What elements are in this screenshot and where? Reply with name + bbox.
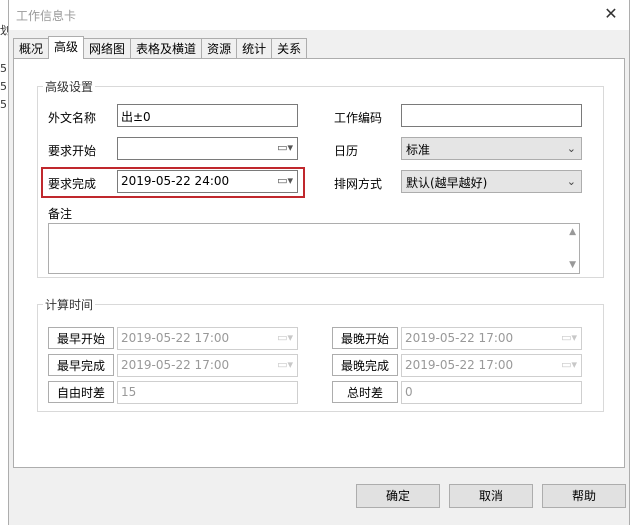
scheduling-label: 排网方式 — [334, 177, 383, 191]
latest-finish-label: 最晚完成 — [332, 354, 398, 376]
scheduling-select[interactable]: 默认(越早越好) ⌄ — [401, 170, 582, 193]
required-start-label: 要求开始 — [48, 144, 97, 158]
total-float-label: 总时差 — [332, 381, 398, 403]
latest-start-value: 2019-05-22 17:00 — [405, 331, 514, 345]
chevron-down-icon: ⌄ — [566, 175, 576, 188]
latest-start-label: 最晚开始 — [332, 327, 398, 349]
tab-table-gantt[interactable]: 表格及横道 — [130, 38, 203, 59]
tab-strip: 概况 高级 网络图 表格及横道 资源 统计 关系 — [13, 36, 308, 59]
window-title: 工作信息卡 — [16, 9, 77, 23]
work-info-dialog: 工作信息卡 ✕ 概况 高级 网络图 表格及横道 资源 统计 关系 高级设置 外文… — [8, 0, 630, 525]
calendar-dropdown-icon: ▭▾ — [561, 331, 577, 344]
tab-panel: 高级设置 外文名称 出±0 工作编码 要求开始 ▭▾ 日历 标准 ⌄ 要求完成 … — [13, 58, 625, 468]
title-bar: 工作信息卡 ✕ — [9, 0, 629, 30]
notes-label: 备注 — [48, 207, 73, 221]
required-finish-highlight — [41, 167, 305, 198]
cancel-button[interactable]: 取消 — [449, 484, 533, 508]
tab-overview[interactable]: 概况 — [13, 38, 50, 59]
work-code-label: 工作编码 — [334, 111, 383, 125]
group-title: 计算时间 — [43, 296, 96, 313]
earliest-start-label: 最早开始 — [48, 327, 114, 349]
scheduling-value: 默认(越早越好) — [406, 176, 488, 190]
calendar-value: 标准 — [406, 143, 431, 157]
latest-finish-input: 2019-05-22 17:00 ▭▾ — [401, 354, 582, 377]
background-text: 5 — [0, 98, 7, 111]
notes-textarea[interactable]: ▲ ▼ — [48, 223, 580, 274]
earliest-finish-input: 2019-05-22 17:00 ▭▾ — [117, 354, 298, 377]
calendar-label: 日历 — [334, 144, 359, 158]
earliest-finish-value: 2019-05-22 17:00 — [121, 358, 230, 372]
ok-button[interactable]: 确定 — [356, 484, 440, 508]
calendar-select[interactable]: 标准 ⌄ — [401, 137, 582, 160]
tab-network[interactable]: 网络图 — [83, 38, 132, 59]
close-icon[interactable]: ✕ — [601, 4, 621, 23]
calendar-dropdown-icon: ▭▾ — [561, 358, 577, 371]
latest-start-input: 2019-05-22 17:00 ▭▾ — [401, 327, 582, 350]
background-text: 5 — [0, 80, 7, 93]
help-button[interactable]: 帮助 — [542, 484, 626, 508]
earliest-finish-label: 最早完成 — [48, 354, 114, 376]
tab-statistics[interactable]: 统计 — [236, 38, 273, 59]
tab-advanced[interactable]: 高级 — [48, 36, 85, 59]
total-float-input: 0 — [401, 381, 582, 404]
background-text: 5 — [0, 62, 7, 75]
earliest-start-input: 2019-05-22 17:00 ▭▾ — [117, 327, 298, 350]
calculated-time-group: 计算时间 最早开始 2019-05-22 17:00 ▭▾ 最晚开始 2019-… — [37, 296, 604, 412]
earliest-start-value: 2019-05-22 17:00 — [121, 331, 230, 345]
chevron-down-icon: ⌄ — [566, 142, 576, 155]
free-float-input: 15 — [117, 381, 298, 404]
tab-relations[interactable]: 关系 — [271, 38, 308, 59]
foreign-name-label: 外文名称 — [48, 111, 97, 125]
calendar-dropdown-icon: ▭▾ — [277, 358, 293, 371]
calendar-dropdown-icon: ▭▾ — [277, 331, 293, 344]
scroll-down-icon[interactable]: ▼ — [569, 260, 576, 270]
work-code-input[interactable] — [401, 104, 582, 127]
tab-resources[interactable]: 资源 — [201, 38, 238, 59]
latest-finish-value: 2019-05-22 17:00 — [405, 358, 514, 372]
free-float-label: 自由时差 — [48, 381, 114, 403]
foreign-name-input[interactable]: 出±0 — [117, 104, 298, 127]
required-start-input[interactable]: ▭▾ — [117, 137, 298, 160]
scroll-up-icon[interactable]: ▲ — [569, 227, 576, 237]
calendar-dropdown-icon[interactable]: ▭▾ — [277, 141, 293, 154]
group-title: 高级设置 — [43, 78, 96, 95]
